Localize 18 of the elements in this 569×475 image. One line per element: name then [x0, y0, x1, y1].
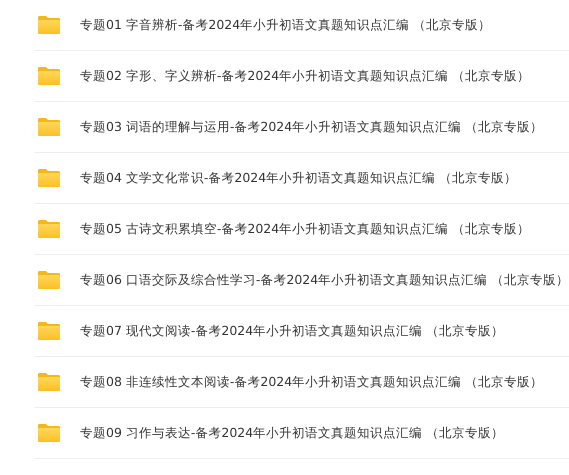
folder-icon [37, 168, 61, 188]
folder-icon [37, 270, 61, 290]
folder-name[interactable]: 专题09 习作与表达-备考2024年小升初语文真题知识点汇编 （北京专版） [80, 424, 504, 442]
folder-icon [37, 15, 61, 35]
folder-icon [37, 372, 61, 392]
folder-icon [37, 423, 61, 443]
folder-name[interactable]: 专题05 古诗文积累填空-备考2024年小升初语文真题知识点汇编 （北京专版） [80, 220, 530, 238]
folder-icon [37, 117, 61, 137]
folder-name[interactable]: 专题06 口语交际及综合性学习-备考2024年小升初语文真题知识点汇编 （北京专版） [80, 272, 569, 288]
folder-name[interactable]: 专题03 词语的理解与运用-备考2024年小升初语文真题知识点汇编 （北京专版） [80, 118, 544, 136]
folder-name[interactable]: 专题07 现代文阅读-备考2024年小升初语文真题知识点汇编 （北京专版） [80, 322, 504, 340]
folder-icon [37, 321, 61, 341]
folder-name[interactable]: 专题02 字形、字义辨析-备考2024年小升初语文真题知识点汇编 （北京专版） [80, 68, 530, 84]
folder-name[interactable]: 专题01 字音辨析-备考2024年小升初语文真题知识点汇编 （北京专版） [80, 16, 492, 34]
folder-icon [37, 66, 61, 86]
folder-icon [37, 219, 61, 239]
folder-name[interactable]: 专题08 非连续性文本阅读-备考2024年小升初语文真题知识点汇编 （北京专版） [80, 374, 544, 390]
folder-name[interactable]: 专题04 文学文化常识-备考2024年小升初语文真题知识点汇编 （北京专版） [80, 170, 518, 186]
